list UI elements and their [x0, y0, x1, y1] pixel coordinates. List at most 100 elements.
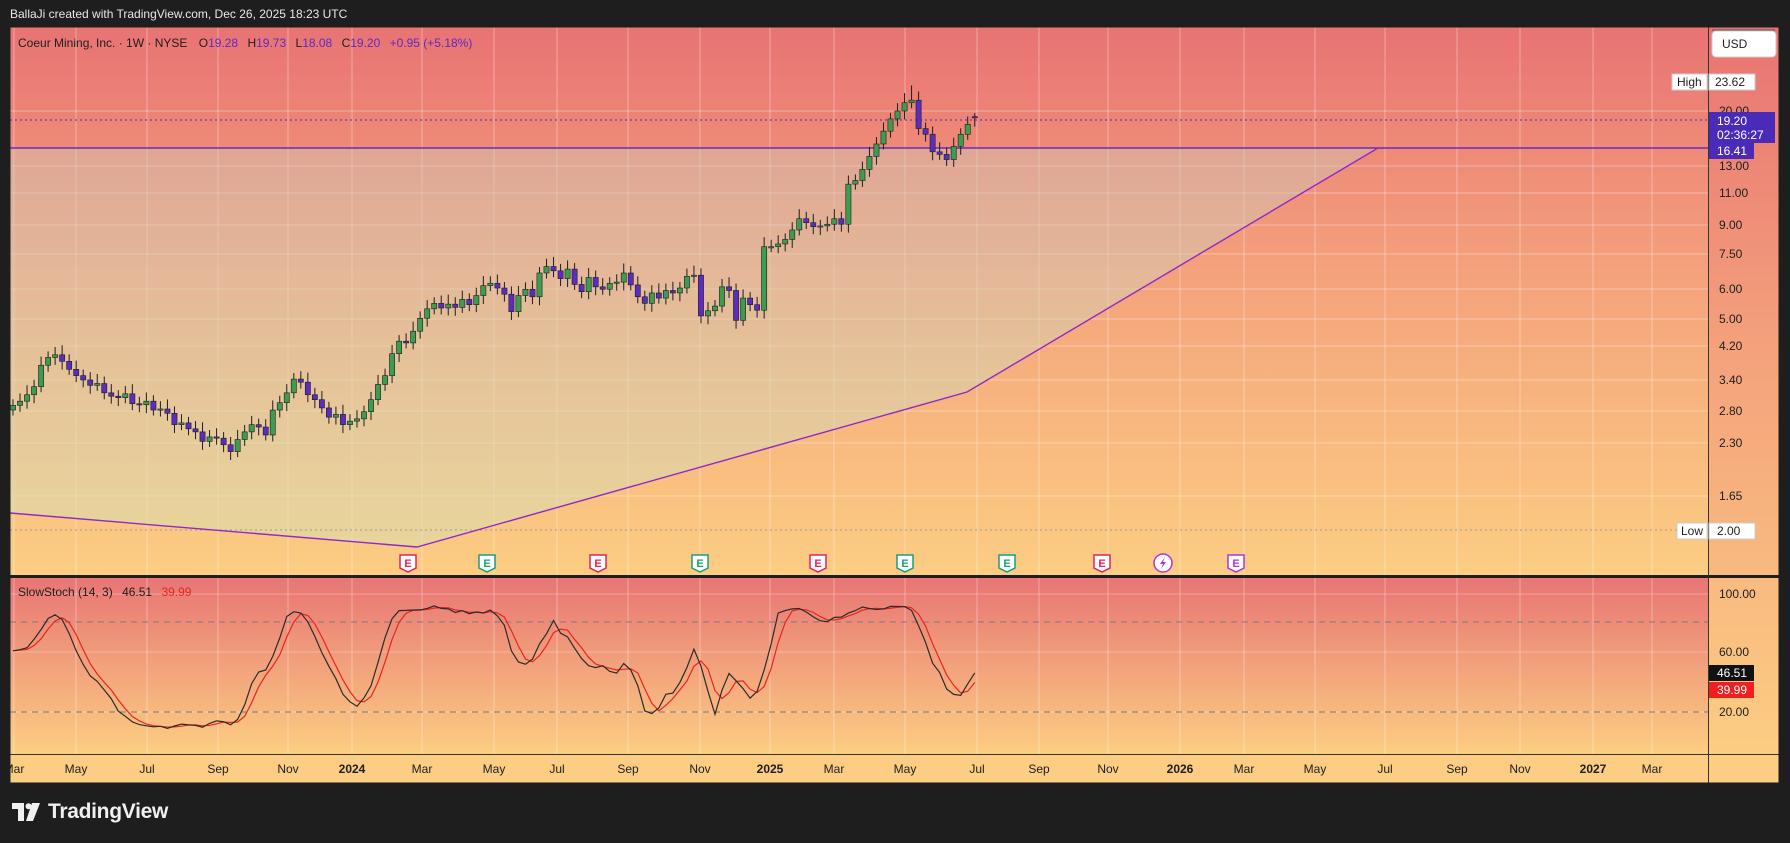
candle-body	[698, 274, 704, 317]
candle-body	[684, 276, 690, 289]
candle-body	[859, 169, 866, 181]
candle-body	[655, 292, 662, 299]
candle-body	[775, 243, 782, 248]
time-tick-label: May	[483, 762, 506, 776]
candle-body	[52, 354, 59, 358]
time-tick-label: Jul	[969, 762, 984, 776]
hline-price-value: 16.41	[1717, 144, 1747, 158]
candle-body	[817, 225, 824, 228]
bar-countdown: 02:36:27	[1717, 128, 1764, 142]
svg-text:E: E	[1098, 558, 1105, 570]
candle-body	[592, 277, 599, 288]
time-tick-label: Sep	[207, 762, 229, 776]
candle-body	[297, 378, 304, 383]
time-tick-label: Mar	[824, 762, 845, 776]
candle-body	[564, 268, 571, 279]
stoch-legend: SlowStoch (14, 3) 46.51 39.99	[18, 585, 192, 599]
candle-body	[31, 386, 37, 396]
candle-body	[255, 424, 262, 428]
candle-body	[550, 266, 557, 272]
candle-body	[389, 353, 395, 376]
candle-body	[964, 123, 971, 135]
candle-body	[908, 99, 915, 104]
stoch-k-value: 46.51	[122, 585, 152, 599]
candle-body	[669, 290, 676, 294]
candle-body	[754, 304, 761, 311]
candle-body	[543, 266, 550, 274]
candle-body	[136, 403, 143, 406]
candle-body	[452, 303, 459, 308]
low-marker-value: 2.00	[1717, 524, 1741, 538]
candle-body	[529, 288, 536, 298]
candle-body	[94, 383, 101, 386]
earnings-marker-icon[interactable]: E	[809, 554, 827, 573]
candle-body	[445, 303, 452, 309]
candle-body	[480, 285, 487, 296]
candle-body	[354, 418, 360, 422]
currency-button[interactable]: USD	[1711, 30, 1777, 58]
legend-close-label: C	[342, 36, 351, 50]
low-marker: Low 2.00	[1676, 522, 1756, 540]
stoch-title: SlowStoch (14, 3)	[18, 585, 113, 599]
candle-body	[80, 375, 87, 381]
time-tick-label: May	[894, 762, 917, 776]
time-tick-label: Sep	[1028, 762, 1050, 776]
candle-body	[438, 303, 445, 309]
candle-body	[143, 400, 150, 406]
candle-body	[719, 286, 725, 307]
candle-body	[501, 287, 508, 295]
candle-body	[403, 340, 410, 344]
svg-text:E: E	[901, 558, 908, 570]
candle-body	[782, 239, 789, 245]
candle-body	[417, 317, 424, 332]
candle-body	[880, 130, 887, 145]
earnings-marker-icon[interactable]: E	[1227, 554, 1245, 573]
dividend-marker-icon[interactable]	[1153, 553, 1173, 573]
candle-body	[122, 393, 129, 398]
time-tick-label: May	[65, 762, 88, 776]
stoch-k-tag: 46.51	[1709, 665, 1754, 681]
legend-low: 18.08	[302, 36, 332, 50]
tradingview-logo[interactable]: TradingView	[12, 800, 168, 824]
earnings-marker-icon[interactable]: E	[1093, 554, 1111, 573]
earnings-marker-icon[interactable]: E	[691, 554, 709, 573]
earnings-marker-icon[interactable]: E	[998, 554, 1016, 573]
legend-symbol: Coeur Mining, Inc. · 1W · NYSE	[18, 36, 187, 50]
candle-body	[620, 272, 627, 283]
candle-body	[733, 290, 739, 321]
last-price-value: 19.20	[1717, 114, 1747, 128]
tradingview-logo-icon	[12, 803, 40, 821]
candle-body	[368, 399, 374, 412]
candle-body	[599, 286, 606, 290]
candle-body	[220, 437, 227, 446]
candle-body	[290, 378, 297, 394]
chart-area[interactable]: E E E E E E E E E 20.00 13.00 11.00 9.00 7.50 6.00 5.0…	[0, 0, 1790, 843]
candle-body	[852, 180, 859, 185]
candle-body	[276, 402, 283, 411]
candle-body	[101, 383, 108, 394]
time-tick-label: Nov	[277, 762, 298, 776]
time-tick-label: 2026	[1167, 762, 1194, 776]
candle-body	[325, 407, 332, 418]
candle-body	[466, 299, 473, 306]
candle-body	[17, 400, 23, 406]
earnings-marker-icon[interactable]: E	[399, 554, 417, 573]
candle	[698, 268, 704, 324]
earnings-marker-icon[interactable]: E	[589, 554, 607, 573]
candle-body	[424, 308, 431, 319]
candle-body	[10, 404, 16, 411]
price-tick-label: 5.00	[1719, 312, 1743, 326]
candle-body	[262, 426, 269, 436]
candle-body	[571, 268, 578, 285]
candle-body	[347, 420, 353, 425]
candle-body	[108, 392, 115, 397]
price-tick-label: 2.30	[1719, 436, 1743, 450]
candle-body	[950, 146, 957, 160]
candle-body	[234, 439, 241, 452]
earnings-marker-icon[interactable]: E	[896, 554, 914, 573]
candle-body	[410, 330, 417, 344]
candle-body	[248, 424, 255, 433]
earnings-marker-icon[interactable]: E	[478, 554, 496, 573]
stoch-pane[interactable]	[10, 578, 1708, 754]
price-tick-label: 6.00	[1719, 282, 1743, 296]
